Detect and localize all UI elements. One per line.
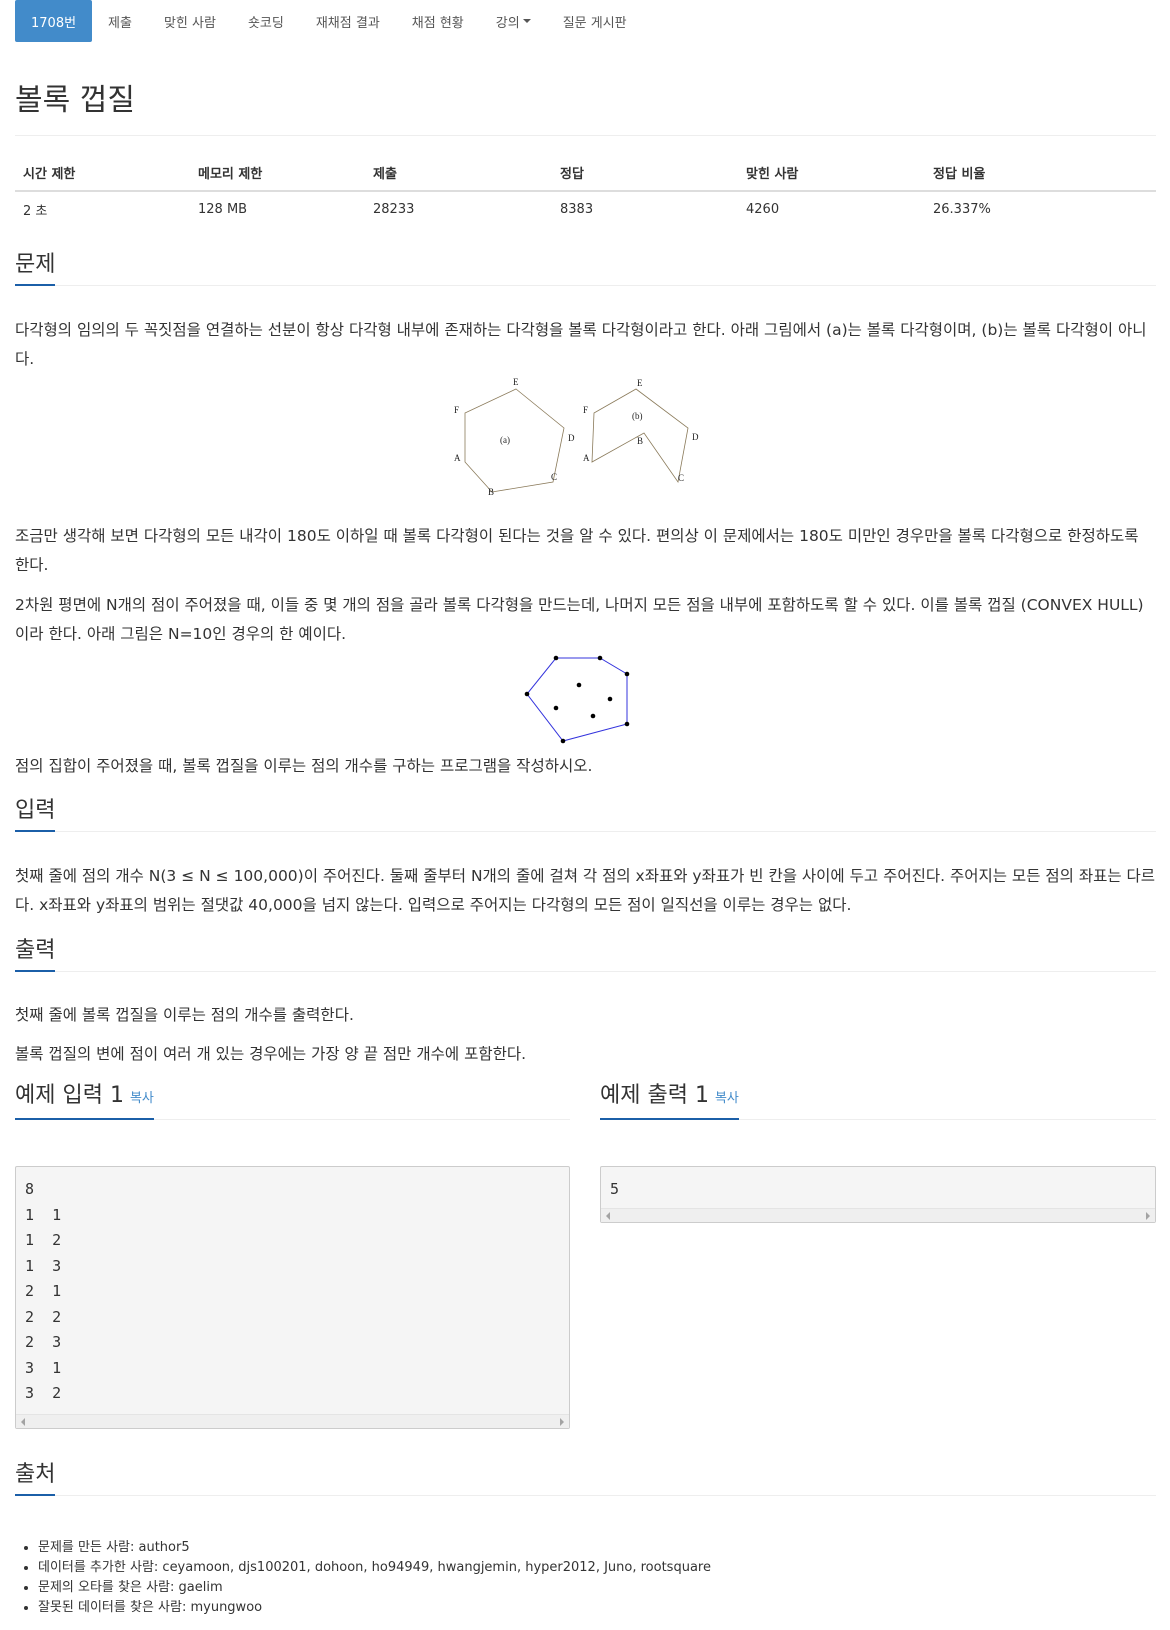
credit-data-contributors: 데이터를 추가한 사람: ceyamoon, djs100201, dohoon… (38, 1558, 711, 1578)
title-divider (15, 135, 1156, 136)
figure-a-label-a-marker: (a) (500, 435, 510, 445)
header-submissions: 제출 (365, 155, 552, 192)
polygon-figure: E F D (a) A C B E F (b) B D A C (454, 377, 699, 497)
figure-b-label-f: F (583, 405, 588, 415)
source-section-heading: 출처 (15, 1456, 1156, 1496)
scroll-left-icon[interactable] (606, 1212, 610, 1220)
sample-output-heading-label: 예제 출력 1 (600, 1083, 709, 1108)
credit-author: 문제를 만든 사람: author5 (38, 1538, 711, 1558)
value-ratio: 26.337% (933, 202, 991, 217)
problem-description-1: 다각형의 임의의 두 꼭짓점을 연결하는 선분이 항상 다각형 내부에 존재하는… (15, 321, 1147, 368)
output-heading: 출력 (15, 938, 56, 972)
sample-input-section-heading: 예제 입력 1 복사 (15, 1080, 570, 1120)
tab-status[interactable]: 채점 현황 (396, 0, 480, 42)
figure-b-label-e: E (637, 378, 643, 388)
figure-b-label-d: D (692, 432, 699, 442)
tab-lecture[interactable]: 강의 (480, 0, 547, 42)
credit-typo-finder: 문제의 오타를 찾은 사람: gaelim (38, 1578, 711, 1598)
sample-input-heading-label: 예제 입력 1 (15, 1083, 124, 1108)
tab-lecture-label: 강의 (495, 15, 520, 31)
value-memory-limit: 128 MB (198, 202, 248, 217)
sample-input-line: 2 1 (25, 1282, 62, 1300)
sample-input-line: 1 2 (25, 1231, 62, 1249)
convex-hull-figure (524, 655, 630, 744)
sample-output-scrollbar[interactable] (601, 1208, 1155, 1222)
figure-b-label-c: C (678, 473, 684, 483)
header-ratio: 정답 비율 (925, 155, 1156, 192)
sample-output-section-heading: 예제 출력 1 복사 (600, 1080, 1156, 1120)
value-submissions: 28233 (373, 202, 415, 217)
figure-a-label-d: D (568, 433, 575, 443)
problem-description-2: 조금만 생각해 보면 다각형의 모든 내각이 180도 이하일 때 볼록 다각형… (15, 527, 1139, 574)
figure-b: E F (b) B D A C (583, 378, 699, 484)
tab-solved-users[interactable]: 맞힌 사람 (148, 0, 232, 42)
problem-description-3: 2차원 평면에 N개의 점이 주어졌을 때, 이들 중 몇 개의 점을 골라 볼… (15, 596, 1144, 643)
output-description-1: 첫째 줄에 볼록 껍질을 이루는 점의 개수를 출력한다. (15, 1006, 354, 1024)
sample-input-heading: 예제 입력 1 복사 (15, 1083, 154, 1120)
figure-b-label-b: B (637, 436, 643, 446)
value-accepted: 8383 (560, 202, 594, 217)
info-value-row: 2 초 128 MB 28233 8383 4260 26.337% (15, 191, 1156, 227)
info-header-row: 시간 제한 메모리 제한 제출 정답 맞힌 사람 정답 비율 (15, 155, 1156, 192)
figure-b-label-b-marker: (b) (632, 411, 643, 421)
sample-input-line: 3 2 (25, 1384, 62, 1402)
scroll-right-icon[interactable] (1146, 1212, 1150, 1220)
credits-list: 문제를 만든 사람: author5 데이터를 추가한 사람: ceyamoon… (38, 1538, 711, 1618)
sample-input-line: 3 1 (25, 1358, 62, 1377)
tab-rejudge[interactable]: 재채점 결과 (300, 0, 396, 42)
problem-info-table: 시간 제한 메모리 제한 제출 정답 맞힌 사람 정답 비율 2 초 128 M… (15, 155, 1156, 227)
source-heading: 출처 (15, 1462, 56, 1496)
page-title: 볼록 껍질 (15, 83, 135, 118)
sample-input-box[interactable]: 8 1 1 1 2 1 3 2 1 2 2 2 3 3 1 3 2 (15, 1166, 570, 1429)
credit-bad-data-finder: 잘못된 데이터를 찾은 사람: myungwoo (38, 1598, 711, 1618)
output-description-2: 볼록 껍질의 변에 점이 여러 개 있는 경우에는 가장 양 끝 점만 개수에 … (15, 1045, 527, 1063)
scroll-left-icon[interactable] (21, 1418, 25, 1426)
input-heading: 입력 (15, 798, 56, 832)
input-section-heading: 입력 (15, 792, 1156, 832)
sample-input-line: 2 2 (25, 1307, 62, 1326)
copy-sample-output-button[interactable]: 복사 (715, 1091, 739, 1106)
sample-input-line: 1 1 (25, 1205, 62, 1224)
figure-a-label-a: A (454, 453, 461, 463)
sample-input-scrollbar[interactable] (16, 1414, 569, 1428)
scroll-right-icon[interactable] (560, 1418, 564, 1426)
copy-sample-input-button[interactable]: 복사 (130, 1091, 154, 1106)
sample-output-line: 5 (610, 1180, 620, 1198)
figure-a-label-f: F (454, 405, 459, 415)
header-solvers: 맞힌 사람 (738, 155, 925, 192)
tab-submit[interactable]: 제출 (92, 0, 148, 42)
sample-input-line: 1 3 (25, 1256, 62, 1275)
problem-heading: 문제 (15, 252, 56, 286)
figure-a-label-e: E (513, 377, 519, 387)
problem-description-4: 점의 집합이 주어졌을 때, 볼록 껍질을 이루는 점의 개수를 구하는 프로그… (15, 757, 593, 775)
problem-section-heading: 문제 (15, 246, 1156, 286)
tab-board[interactable]: 질문 게시판 (547, 0, 643, 42)
sample-input-line: 8 (25, 1180, 35, 1198)
sample-input-line: 2 3 (25, 1333, 62, 1351)
figure-a-label-b: B (488, 487, 494, 497)
tab-problem[interactable]: 1708번 (15, 0, 93, 42)
output-section-heading: 출력 (15, 932, 1156, 972)
input-description: 첫째 줄에 점의 개수 N(3 ≤ N ≤ 100,000)이 주어진다. 둘째… (15, 867, 1156, 914)
figure-b-label-a: A (583, 453, 590, 463)
value-solvers: 4260 (746, 202, 780, 217)
header-time-limit: 시간 제한 (15, 155, 190, 192)
header-accepted: 정답 (552, 155, 738, 192)
figure-a: E F D (a) A C B (454, 377, 575, 497)
sample-output-heading: 예제 출력 1 복사 (600, 1083, 739, 1120)
tab-short-coding[interactable]: 숏코딩 (232, 0, 300, 42)
sample-output-box[interactable]: 5 (600, 1166, 1156, 1223)
header-memory-limit: 메모리 제한 (190, 155, 365, 192)
figure-a-label-c: C (551, 472, 557, 482)
value-time-limit: 2 초 (23, 204, 48, 219)
caret-down-icon (522, 19, 531, 23)
problem-nav: 1708번 제출 맞힌 사람 숏코딩 재채점 결과 채점 현황 강의 질문 게시… (15, 0, 643, 42)
